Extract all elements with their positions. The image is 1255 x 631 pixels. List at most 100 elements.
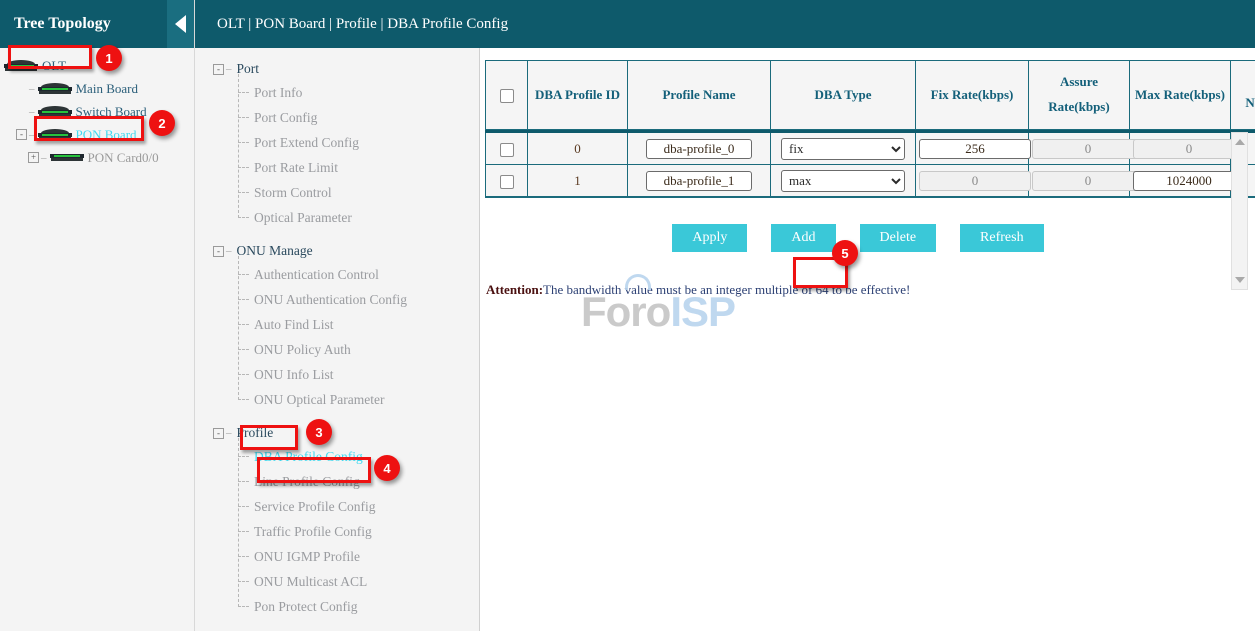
fix-rate-input bbox=[919, 171, 1031, 191]
triangle-down-icon[interactable] bbox=[1235, 277, 1245, 283]
menu-item-onu-authentication-config[interactable]: ONU Authentication Config bbox=[238, 287, 479, 312]
tree-topology-panel: Tree Topology OLT–Main Board–Switch Boar… bbox=[0, 0, 195, 631]
menu-item-pon-protect-config[interactable]: Pon Protect Config bbox=[238, 594, 479, 619]
menu-item-service-profile-config[interactable]: Service Profile Config bbox=[238, 494, 479, 519]
menu-item-authentication-control[interactable]: Authentication Control bbox=[238, 262, 479, 287]
refresh-button[interactable]: Refresh bbox=[960, 224, 1044, 252]
tree-node-pon-board[interactable]: -–PON Board bbox=[0, 123, 194, 146]
menu-item-port-extend-config[interactable]: Port Extend Config bbox=[238, 130, 479, 155]
collapse-node-icon[interactable]: - bbox=[16, 129, 27, 140]
tree-node-switch-board[interactable]: –Switch Board bbox=[0, 100, 194, 123]
tree-node-main-board[interactable]: –Main Board bbox=[0, 77, 194, 100]
assure-rate-line2: Rate(kbps) bbox=[1048, 99, 1109, 114]
column-header-assure-rate: Assure Rate(kbps) bbox=[1028, 60, 1129, 130]
add-button[interactable]: Add bbox=[771, 224, 835, 252]
menu-item-storm-control[interactable]: Storm Control bbox=[238, 180, 479, 205]
tree-connector-dash: – bbox=[226, 245, 232, 257]
column-header-fix-rate: Fix Rate(kbps) bbox=[915, 60, 1028, 130]
assure-rate-cell bbox=[1028, 133, 1129, 165]
table-header-row: DBA Profile ID Profile Name DBA Type Fix… bbox=[485, 60, 1255, 130]
max-rate-input[interactable] bbox=[1133, 171, 1245, 191]
tree-node-label: Main Board bbox=[76, 81, 138, 97]
profile-name-cell bbox=[627, 165, 770, 197]
table-bottom-border bbox=[485, 197, 1255, 198]
assure-rate-input bbox=[1032, 171, 1144, 191]
menu-item-port-config[interactable]: Port Config bbox=[238, 105, 479, 130]
menu-item-onu-policy-auth[interactable]: ONU Policy Auth bbox=[238, 337, 479, 362]
fix-rate-cell bbox=[915, 133, 1028, 165]
assure-rate-input bbox=[1032, 139, 1144, 159]
menu-group-list: -–PortPort InfoPort ConfigPort Extend Co… bbox=[195, 58, 479, 619]
table-head: DBA Profile ID Profile Name DBA Type Fix… bbox=[485, 60, 1255, 130]
menu-item-port-rate-limit[interactable]: Port Rate Limit bbox=[238, 155, 479, 180]
dba-profile-table-wrapper: DBA Profile ID Profile Name DBA Type Fix… bbox=[485, 60, 1243, 198]
menu-group-profile: -–Profile DBA Profile ConfigLine Profile … bbox=[195, 422, 479, 619]
attention-note: Attention:The bandwidth value must be an… bbox=[486, 282, 1255, 298]
table-row: 0fixassuremaxassure+maxtype41 bbox=[485, 133, 1255, 165]
profile-name-input[interactable] bbox=[646, 171, 752, 191]
main-content: DBA Profile ID Profile Name DBA Type Fix… bbox=[481, 48, 1255, 631]
column-header-dba-type: DBA Type bbox=[770, 60, 915, 130]
fix-rate-input[interactable] bbox=[919, 139, 1031, 159]
column-header-profile-name: Profile Name bbox=[627, 60, 770, 130]
collapse-sidebar-button[interactable] bbox=[167, 0, 194, 48]
menu-group-title: Profile bbox=[237, 425, 274, 441]
collapse-group-icon[interactable]: - bbox=[213, 246, 224, 257]
menu-item-optical-parameter[interactable]: Optical Parameter bbox=[238, 205, 479, 230]
tree-connector-dash: – bbox=[29, 129, 35, 141]
tree-node-list: OLT–Main Board–Switch Board-–PON Board+–… bbox=[0, 48, 194, 169]
menu-item-onu-optical-parameter[interactable]: ONU Optical Parameter bbox=[238, 387, 479, 412]
assure-rate-line1: Assure bbox=[1060, 74, 1098, 89]
board-icon bbox=[38, 129, 72, 141]
tree-node-label: PON Card0/0 bbox=[88, 150, 159, 166]
tree-node-olt[interactable]: OLT bbox=[0, 54, 194, 77]
tree-node-pon-card0-0[interactable]: +–PON Card0/0 bbox=[0, 146, 194, 169]
table-vertical-scrollbar[interactable] bbox=[1231, 132, 1248, 290]
tree-panel-header: Tree Topology bbox=[0, 0, 194, 48]
menu-item-onu-multicast-acl[interactable]: ONU Multicast ACL bbox=[238, 569, 479, 594]
row-select-cell bbox=[485, 133, 527, 165]
menu-item-auto-find-list[interactable]: Auto Find List bbox=[238, 312, 479, 337]
dba-type-select[interactable]: fixassuremaxassure+maxtype4 bbox=[781, 170, 905, 192]
tree-connector-dash: – bbox=[29, 106, 35, 118]
row-checkbox[interactable] bbox=[500, 175, 514, 189]
max-rate-cell bbox=[1129, 133, 1230, 165]
board-icon bbox=[38, 106, 72, 118]
max-rate-input bbox=[1133, 139, 1245, 159]
apply-button[interactable]: Apply bbox=[672, 224, 747, 252]
menu-group-title: Port bbox=[237, 61, 260, 77]
menu-item-list: Authentication ControlONU Authentication… bbox=[238, 262, 479, 412]
attention-label: Attention: bbox=[486, 282, 543, 297]
column-header-bind-number: Bind Number bbox=[1230, 60, 1255, 130]
collapse-group-icon[interactable]: - bbox=[213, 428, 224, 439]
fix-rate-cell bbox=[915, 165, 1028, 197]
dba-type-cell: fixassuremaxassure+maxtype4 bbox=[770, 165, 915, 197]
profile-name-cell bbox=[627, 133, 770, 165]
profile-name-input[interactable] bbox=[646, 139, 752, 159]
menu-item-dba-profile-config[interactable]: DBA Profile Config bbox=[238, 444, 479, 469]
assure-rate-cell bbox=[1028, 165, 1129, 197]
menu-group-onu-manage: -–ONU ManageAuthentication ControlONU Au… bbox=[195, 240, 479, 412]
tree-connector-dash: – bbox=[226, 427, 232, 439]
dba-type-cell: fixassuremaxassure+maxtype4 bbox=[770, 133, 915, 165]
select-all-checkbox[interactable] bbox=[500, 89, 514, 103]
chevron-left-icon bbox=[175, 15, 186, 33]
expand-node-icon[interactable]: + bbox=[28, 152, 39, 163]
collapse-group-icon[interactable]: - bbox=[213, 64, 224, 75]
profile-id-cell: 0 bbox=[527, 133, 627, 165]
feature-menu-panel: -–PortPort InfoPort ConfigPort Extend Co… bbox=[195, 48, 480, 631]
menu-item-port-info[interactable]: Port Info bbox=[238, 80, 479, 105]
attention-text: The bandwidth value must be an integer m… bbox=[543, 282, 910, 297]
menu-item-line-profile-config[interactable]: Line Profile Config bbox=[238, 469, 479, 494]
row-checkbox[interactable] bbox=[500, 143, 514, 157]
triangle-up-icon[interactable] bbox=[1235, 139, 1245, 145]
table-body: 0fixassuremaxassure+maxtype411fixassurem… bbox=[485, 133, 1255, 197]
column-header-dba-profile-id: DBA Profile ID bbox=[527, 60, 627, 130]
menu-item-onu-igmp-profile[interactable]: ONU IGMP Profile bbox=[238, 544, 479, 569]
menu-item-onu-info-list[interactable]: ONU Info List bbox=[238, 362, 479, 387]
tree-node-label: OLT bbox=[42, 58, 66, 74]
menu-item-traffic-profile-config[interactable]: Traffic Profile Config bbox=[238, 519, 479, 544]
dba-type-select[interactable]: fixassuremaxassure+maxtype4 bbox=[781, 138, 905, 160]
dba-profile-table: DBA Profile ID Profile Name DBA Type Fix… bbox=[485, 60, 1255, 130]
delete-button[interactable]: Delete bbox=[860, 224, 937, 252]
